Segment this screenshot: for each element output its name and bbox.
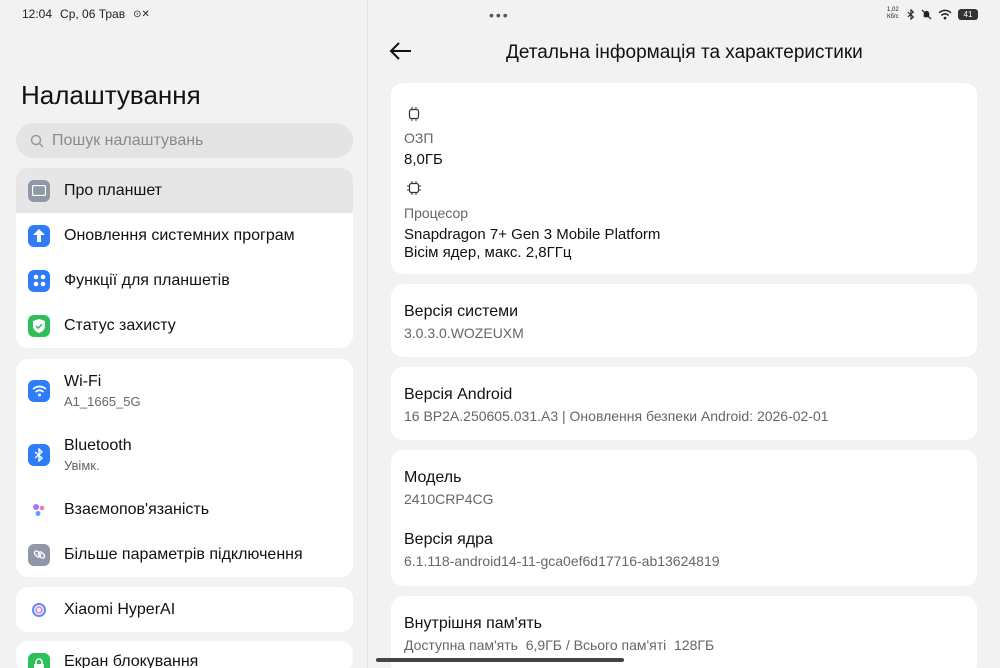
battery-icon: 41 bbox=[958, 8, 978, 20]
search-placeholder: Пошук налаштувань bbox=[52, 131, 204, 149]
detail-page-title: Детальна інформація та характеристики bbox=[506, 42, 863, 63]
android-version-value: 16 BP2A.250605.031.A3 | Оновлення безпек… bbox=[404, 408, 829, 424]
shield-icon bbox=[28, 314, 50, 337]
bluetooth-status-icon bbox=[907, 8, 915, 20]
status-bar-left: 12:04 Ср, 06 Трав ⊙✕ bbox=[22, 7, 150, 21]
multitask-dots-icon[interactable]: ••• bbox=[489, 7, 510, 23]
sidebar-item-label: Більше параметрів підключення bbox=[64, 545, 303, 563]
wifi-network-name: A1_1665_5G bbox=[64, 394, 141, 409]
sidebar-item-label: Екран блокування bbox=[64, 653, 199, 668]
sidebar-item-interconnectivity[interactable]: Взаємопов'язаність bbox=[16, 487, 353, 532]
gesture-home-bar[interactable] bbox=[376, 658, 624, 662]
search-icon bbox=[30, 134, 44, 148]
system-version-label: Версія системи bbox=[404, 303, 519, 320]
cpu-model: Snapdragon 7+ Gen 3 Mobile Platform bbox=[404, 226, 661, 243]
grid-icon bbox=[28, 269, 50, 292]
wifi-icon bbox=[28, 380, 50, 402]
hyperai-icon bbox=[28, 598, 50, 621]
network-speed: 1,02 Кб/с bbox=[887, 7, 899, 20]
sidebar-item-label: Bluetooth bbox=[64, 437, 132, 454]
kernel-value: 6.1.118-android14-11-gca0ef6d17716-ab136… bbox=[404, 553, 720, 569]
sidebar-item-tablet-features[interactable]: Функції для планшетів bbox=[16, 258, 353, 303]
sidebar-item-wifi[interactable]: Wi-Fi A1_1665_5G bbox=[16, 359, 353, 423]
update-arrow-icon bbox=[28, 224, 50, 247]
sidebar-item-system-apps-update[interactable]: Оновлення системних програм bbox=[16, 213, 353, 258]
sidebar-item-lock-screen[interactable]: Екран блокування bbox=[16, 641, 353, 668]
model-label: Модель bbox=[404, 469, 462, 486]
ram-chip-icon bbox=[408, 107, 420, 121]
hardware-specs-card: ОЗП 8,0ГБ Процесор Snapdragon 7+ Gen 3 M… bbox=[391, 83, 977, 274]
ram-value: 8,0ГБ bbox=[404, 151, 443, 168]
mute-icon bbox=[921, 8, 932, 20]
sidebar-item-label: Wi-Fi bbox=[64, 373, 102, 390]
sidebar-item-protection-status[interactable]: Статус захисту bbox=[16, 303, 353, 348]
system-version-value: 3.0.3.0.WOZEUXM bbox=[404, 325, 524, 341]
sidebar-item-label: Оновлення системних програм bbox=[64, 226, 295, 244]
status-time: 12:04 bbox=[22, 7, 53, 21]
bluetooth-icon bbox=[28, 444, 50, 466]
sidebar-item-label: Про планшет bbox=[64, 181, 163, 199]
model-value: 2410CRP4CG bbox=[404, 491, 494, 507]
search-input[interactable]: Пошук налаштувань bbox=[16, 123, 353, 158]
kernel-label: Версія ядра bbox=[404, 531, 493, 548]
lock-icon bbox=[28, 653, 50, 668]
storage-value: Доступна пам'ять 6,9ГБ / Всього пам'яті … bbox=[404, 637, 715, 653]
android-version-card[interactable]: Версія Android 16 BP2A.250605.031.A3 | О… bbox=[391, 367, 977, 440]
back-arrow-icon[interactable] bbox=[389, 40, 413, 62]
tablet-icon bbox=[28, 179, 50, 202]
cpu-chip-icon bbox=[407, 181, 421, 195]
sidebar-item-hyperai[interactable]: Xiaomi HyperAI bbox=[16, 587, 353, 632]
wifi-status-icon bbox=[938, 9, 952, 20]
sidebar-item-label: Взаємопов'язаність bbox=[64, 500, 210, 518]
page-title: Налаштування bbox=[21, 80, 201, 110]
model-kernel-card: Модель 2410CRP4CG Версія ядра 6.1.118-an… bbox=[391, 450, 977, 586]
android-version-label: Версія Android bbox=[404, 386, 513, 403]
bluetooth-status: Увімк. bbox=[64, 458, 100, 473]
status-date: Ср, 06 Трав bbox=[60, 7, 126, 21]
settings-list-pane: 12:04 Ср, 06 Трав ⊙✕ Налаштування Пошук … bbox=[0, 0, 368, 668]
detail-pane: ••• 1,02 Кб/с 41 Детальна інформація та … bbox=[369, 0, 1000, 668]
link-icon bbox=[28, 543, 50, 566]
status-bar-right: 1,02 Кб/с 41 bbox=[887, 7, 978, 21]
cpu-label: Процесор bbox=[404, 205, 469, 221]
settings-group-connections: Wi-Fi A1_1665_5G Bluetooth Увімк. Взаємо… bbox=[16, 359, 353, 577]
settings-group-lockscreen: Екран блокування bbox=[16, 641, 353, 668]
sidebar-item-label: Функції для планшетів bbox=[64, 271, 230, 289]
sidebar-item-label: Статус захисту bbox=[64, 316, 176, 334]
connectivity-icon bbox=[28, 498, 50, 521]
settings-group-device: Про планшет Оновлення системних програм … bbox=[16, 168, 353, 348]
sidebar-item-label: Xiaomi HyperAI bbox=[64, 600, 176, 618]
storage-label: Внутрішня пам'ять bbox=[404, 615, 543, 632]
cpu-cores: Вісім ядер, макс. 2,8ГГц bbox=[404, 244, 572, 261]
ram-label: ОЗП bbox=[404, 130, 434, 146]
sidebar-item-more-connections[interactable]: Більше параметрів підключення bbox=[16, 532, 353, 577]
sidebar-item-about-tablet[interactable]: Про планшет bbox=[16, 168, 353, 213]
notification-icon: ⊙✕ bbox=[133, 8, 150, 20]
sidebar-item-bluetooth[interactable]: Bluetooth Увімк. bbox=[16, 423, 353, 487]
settings-group-ai: Xiaomi HyperAI bbox=[16, 587, 353, 632]
system-version-card[interactable]: Версія системи 3.0.3.0.WOZEUXM bbox=[391, 284, 977, 357]
